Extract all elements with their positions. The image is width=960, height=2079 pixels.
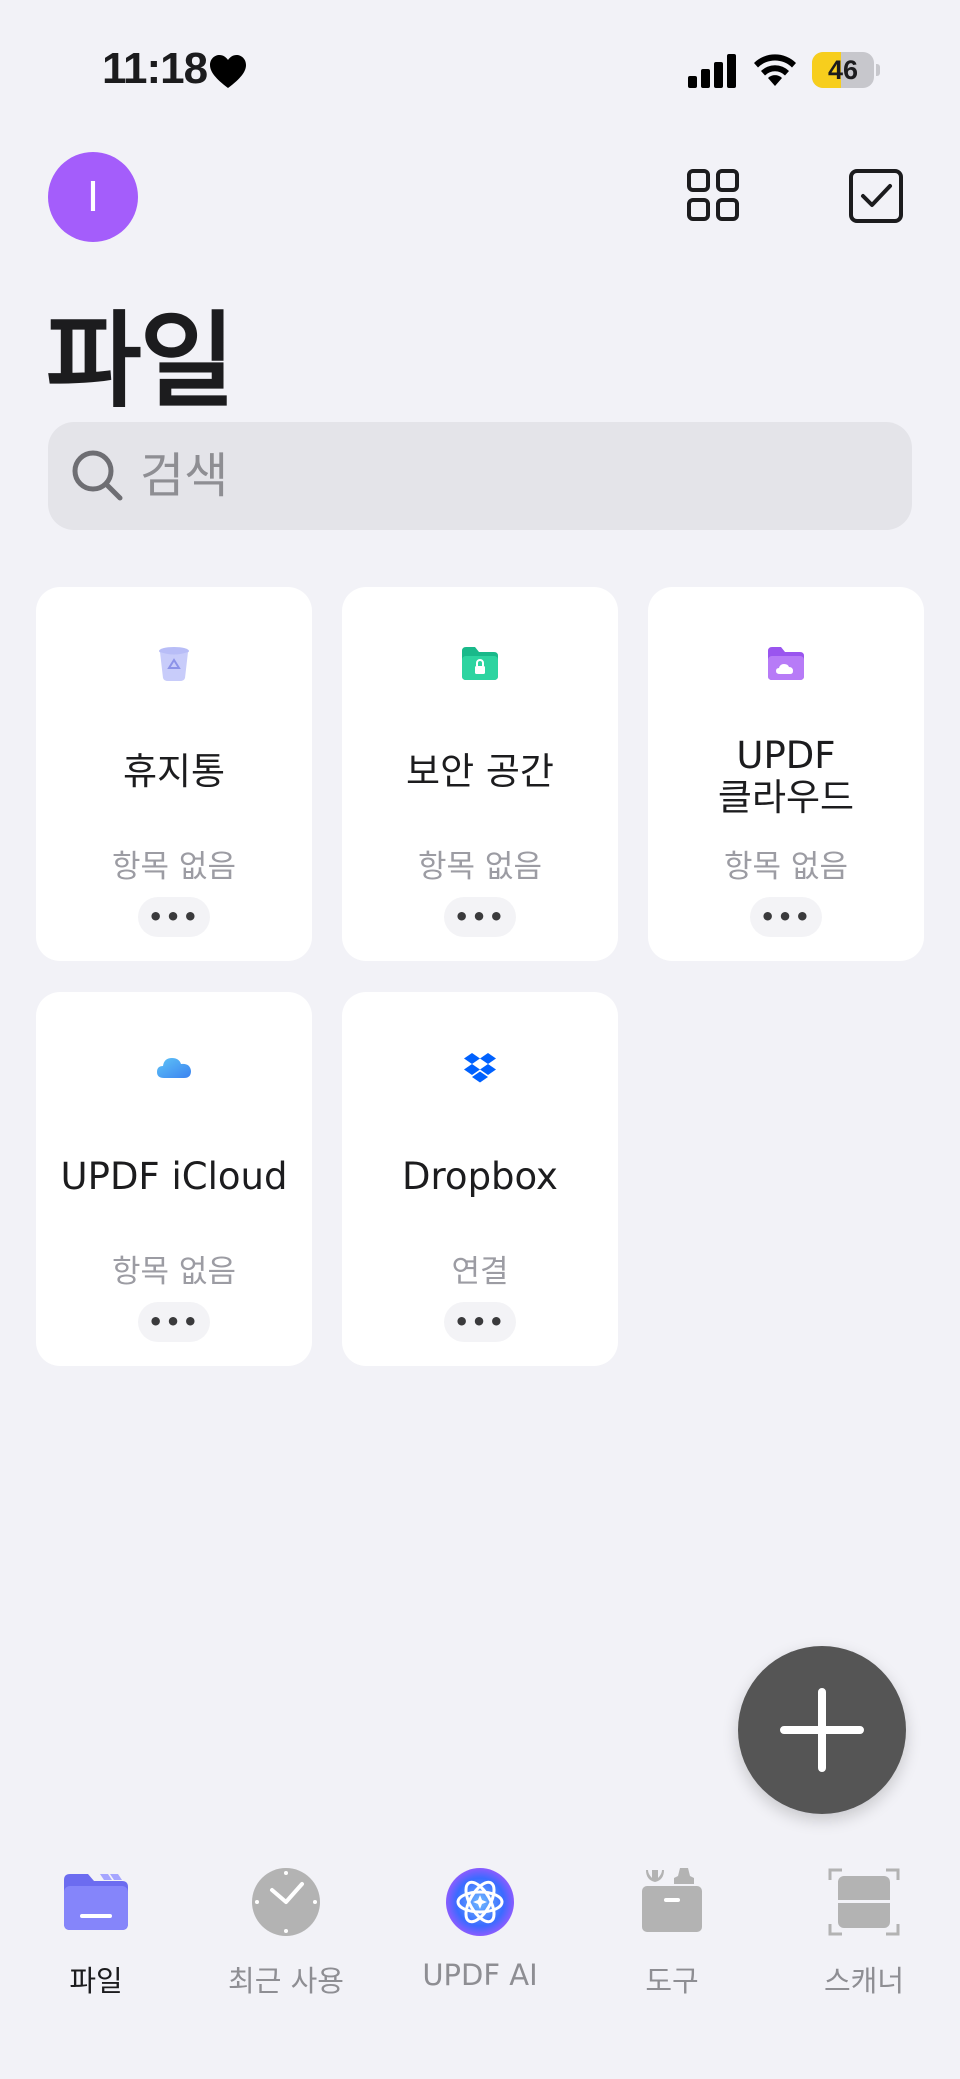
trash-icon <box>159 647 189 681</box>
tab-tools[interactable]: 도구 <box>582 1866 762 2016</box>
select-checkbox-icon[interactable] <box>848 168 904 224</box>
card-dropbox[interactable]: Dropbox 연결 ••• <box>342 992 618 1366</box>
card-title: 휴지통 <box>122 750 226 793</box>
dropbox-icon <box>464 1053 496 1083</box>
card-title-line2: 클라우드 <box>717 776 855 819</box>
more-button[interactable]: ••• <box>138 1302 210 1342</box>
secure-folder-icon <box>462 647 498 680</box>
more-button[interactable]: ••• <box>444 897 516 937</box>
clock-icon <box>252 1868 320 1936</box>
card-title-line1: UPDF <box>736 734 836 777</box>
tab-recent[interactable]: 최근 사용 <box>196 1866 376 2016</box>
search-bar[interactable] <box>48 422 912 530</box>
battery-percent: 46 <box>827 55 859 85</box>
tab-label: 도구 <box>645 1964 699 1998</box>
ai-icon <box>446 1868 514 1936</box>
card-updf-icloud[interactable]: UPDF iCloud 항목 없음 ••• <box>36 992 312 1366</box>
folder-icon <box>64 1874 128 1930</box>
card-subtitle: 항목 없음 <box>112 849 236 885</box>
heart-icon <box>210 55 246 88</box>
more-button[interactable]: ••• <box>750 897 822 937</box>
cloud-folder-icon <box>768 647 804 680</box>
tab-label: 스캐너 <box>823 1964 905 1998</box>
card-subtitle: 항목 없음 <box>724 849 848 885</box>
tab-label: 파일 <box>69 1964 123 1998</box>
tab-label: UPDF AI <box>422 1958 538 1992</box>
card-title: UPDF iCloud <box>60 1155 288 1198</box>
avatar[interactable]: I <box>48 152 138 242</box>
card-subtitle: 항목 없음 <box>418 849 542 885</box>
more-button[interactable]: ••• <box>444 1302 516 1342</box>
cellular-signal-icon <box>688 54 736 88</box>
card-subtitle: 항목 없음 <box>112 1254 236 1290</box>
tab-scanner[interactable]: 스캐너 <box>774 1866 954 2016</box>
plus-icon <box>780 1688 864 1772</box>
card-subtitle: 연결 <box>451 1254 509 1290</box>
wifi-icon <box>754 54 796 86</box>
card-title: Dropbox <box>402 1155 558 1198</box>
add-button[interactable] <box>738 1646 906 1814</box>
icloud-icon <box>157 1058 191 1078</box>
card-secure-space[interactable]: 보안 공간 항목 없음 ••• <box>342 587 618 961</box>
toolbox-icon <box>642 1868 702 1932</box>
tab-bar: 파일 최근 사용 UPDF AI 도구 스캐너 <box>0 1840 960 2079</box>
search-icon <box>72 450 123 501</box>
tab-updf-ai[interactable]: UPDF AI <box>390 1866 570 2016</box>
page-title: 파일 <box>46 300 235 422</box>
search-input[interactable] <box>140 422 880 530</box>
tab-files[interactable]: 파일 <box>6 1866 186 2016</box>
battery-indicator: 46 <box>812 52 880 88</box>
card-title: 보안 공간 <box>406 750 554 793</box>
more-button[interactable]: ••• <box>138 897 210 937</box>
card-trash[interactable]: 휴지통 항목 없음 ••• <box>36 587 312 961</box>
scanner-icon <box>828 1868 900 1936</box>
grid-view-icon[interactable] <box>686 168 740 222</box>
tab-label: 최근 사용 <box>228 1964 344 1998</box>
status-bar: 11:18 46 <box>0 0 960 140</box>
status-time: 11:18 <box>102 44 208 93</box>
card-updf-cloud[interactable]: UPDF 클라우드 항목 없음 ••• <box>648 587 924 961</box>
